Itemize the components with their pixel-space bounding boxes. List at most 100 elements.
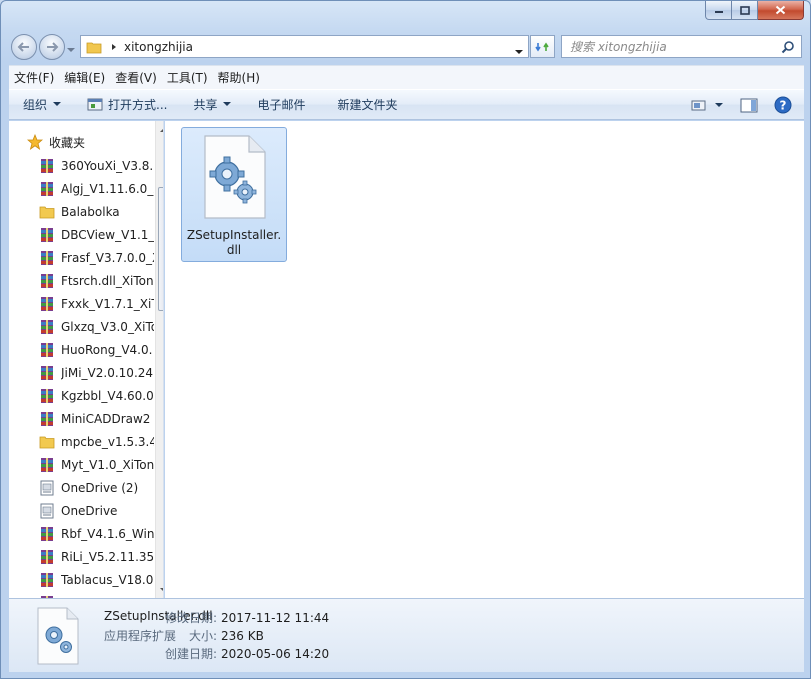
minimize-button[interactable] [705, 1, 732, 20]
navigation-pane: 收藏夹 360YouXi_V3.8. Algj_V1.11.6.0_X Balabo… [9, 121, 164, 598]
star-icon [27, 134, 43, 150]
tree-item-label: Ftsrch.dll_XiTon [61, 273, 154, 288]
share-label: 共享 [193, 98, 218, 112]
tree-item[interactable]: RiLi_V5.2.11.354 [9, 545, 154, 568]
menu-help[interactable]: 帮助(H) [213, 69, 265, 86]
refresh-button[interactable] [530, 35, 555, 58]
svg-text:?: ? [780, 99, 787, 113]
chevron-down-icon [223, 102, 232, 106]
dll-file-icon [204, 135, 266, 219]
tree-item[interactable]: HuoRong_V4.0. [9, 338, 154, 361]
shortcut-icon [39, 503, 55, 519]
view-controls: ? [686, 94, 796, 116]
back-button[interactable] [11, 34, 37, 60]
scroll-up-button[interactable] [156, 121, 163, 137]
menu-file[interactable]: 文件(F) [9, 69, 59, 86]
tree-item-label: Fxxk_V1.7.1_XiT [61, 296, 154, 311]
window-controls [705, 1, 804, 21]
preview-pane-icon [740, 98, 758, 112]
tree-item[interactable]: DBCView_V1.1_ [9, 223, 154, 246]
favorites-node[interactable]: 收藏夹 [9, 131, 154, 153]
menu-view[interactable]: 查看(V) [110, 69, 162, 86]
forward-button[interactable] [39, 34, 65, 60]
organize-button[interactable]: 组织 [15, 93, 69, 117]
tree-item[interactable]: Balabolka [9, 200, 154, 223]
tree-item-label: mpcbe_v1.5.3.4 [61, 434, 154, 449]
archive-icon [39, 549, 55, 565]
tree-item[interactable]: Tablacus_V18.0 [9, 568, 154, 591]
archive-icon [39, 526, 55, 542]
maximize-button[interactable] [732, 1, 758, 20]
scroll-down-button[interactable] [156, 582, 163, 598]
maximize-icon [739, 5, 750, 15]
arrow-left-icon [17, 42, 29, 52]
size-value: 236 KB [221, 629, 264, 643]
tree-item[interactable]: Ftsrch.dll_XiTon [9, 269, 154, 292]
address-path: xitongzhijia [124, 39, 193, 54]
tree-item-label: Glxzq_V3.0_XiTo [61, 319, 154, 334]
archive-icon [39, 572, 55, 588]
address-row: xitongzhijia [1, 31, 810, 63]
menu-edit[interactable]: 编辑(E) [59, 69, 110, 86]
tree-item[interactable]: Algj_V1.11.6.0_X [9, 177, 154, 200]
new-folder-label: 新建文件夹 [337, 98, 398, 112]
recent-pages-dropdown[interactable] [67, 42, 75, 56]
modified-label: 修改日期: [164, 611, 217, 625]
tree-item-label: Kgzbbl_V4.60.0 [61, 388, 154, 403]
tree-item[interactable]: 360YouXi_V3.8. [9, 154, 154, 177]
tree-item-label: Balabolka [61, 204, 120, 219]
details-size: 大小: 236 KB [159, 627, 264, 644]
favorites-label: 收藏夹 [49, 135, 86, 150]
tree-item[interactable]: OneDrive (2) [9, 476, 154, 499]
address-bar[interactable]: xitongzhijia [80, 35, 529, 58]
tree-item-label: MiniCADDraw2 [61, 411, 151, 426]
tree-item-label: OneDrive [61, 503, 118, 518]
close-button[interactable] [758, 1, 804, 20]
new-folder-button[interactable]: 新建文件夹 [330, 93, 406, 117]
email-label: 电子邮件 [257, 98, 306, 112]
tree-item[interactable]: OneDrive [9, 499, 154, 522]
archive-icon [39, 181, 55, 197]
tree-item[interactable]: JiMi_V2.0.10.24 [9, 361, 154, 384]
created-label: 创建日期: [164, 647, 217, 661]
email-button[interactable]: 电子邮件 [249, 93, 313, 117]
details-modified: 修改日期: 2017-11-12 11:44 [159, 609, 329, 626]
address-dropdown[interactable] [515, 44, 523, 58]
tree-item[interactable]: Rbf_V4.1.6_Win [9, 522, 154, 545]
tree-item[interactable]: Glxzq_V3.0_XiTo [9, 315, 154, 338]
tree-item-label: Tablacus_V18.0 [61, 572, 154, 587]
tree-item[interactable]: Myt_V1.0_XiTon [9, 453, 154, 476]
nav-scrollbar[interactable] [155, 121, 163, 598]
open-with-label: 打开方式... [108, 98, 168, 112]
archive-icon [39, 250, 55, 266]
preview-pane-button[interactable] [736, 94, 762, 116]
search-icon[interactable] [781, 40, 795, 57]
menu-tools[interactable]: 工具(T) [162, 69, 213, 86]
tree-item[interactable]: Kgzbbl_V4.60.0 [9, 384, 154, 407]
tree-item[interactable]: Frasf_V3.7.0.0_X [9, 246, 154, 269]
search-box[interactable] [561, 35, 802, 58]
menu-bar: 文件(F) 编辑(E) 查看(V) 工具(T) 帮助(H) [9, 65, 804, 89]
view-options-dropdown[interactable] [712, 94, 726, 116]
scroll-thumb[interactable] [158, 187, 163, 311]
archive-icon [39, 158, 55, 174]
archive-icon [39, 342, 55, 358]
file-item[interactable]: ZSetupInstaller.dll [181, 127, 287, 262]
dll-file-icon [37, 607, 79, 665]
archive-icon [39, 319, 55, 335]
search-input[interactable] [570, 39, 780, 54]
tree-item[interactable]: Fxxk_V1.7.1_XiT [9, 292, 154, 315]
open-with-button[interactable]: 打开方式... [79, 93, 175, 117]
change-view-button[interactable] [686, 94, 712, 116]
refresh-icon [534, 42, 549, 51]
tree-item[interactable]: MiniCADDraw2 [9, 407, 154, 430]
shortcut-icon [39, 480, 55, 496]
tree-item[interactable]: TaoBao_V1.7.8 [9, 591, 154, 598]
open-with-icon [87, 98, 103, 111]
tree-item-label: Frasf_V3.7.0.0_X [61, 250, 154, 265]
help-button[interactable]: ? [770, 94, 796, 116]
archive-icon [39, 273, 55, 289]
share-button[interactable]: 共享 [185, 93, 239, 117]
tree-item[interactable]: mpcbe_v1.5.3.4 [9, 430, 154, 453]
created-value: 2020-05-06 14:20 [221, 647, 330, 661]
